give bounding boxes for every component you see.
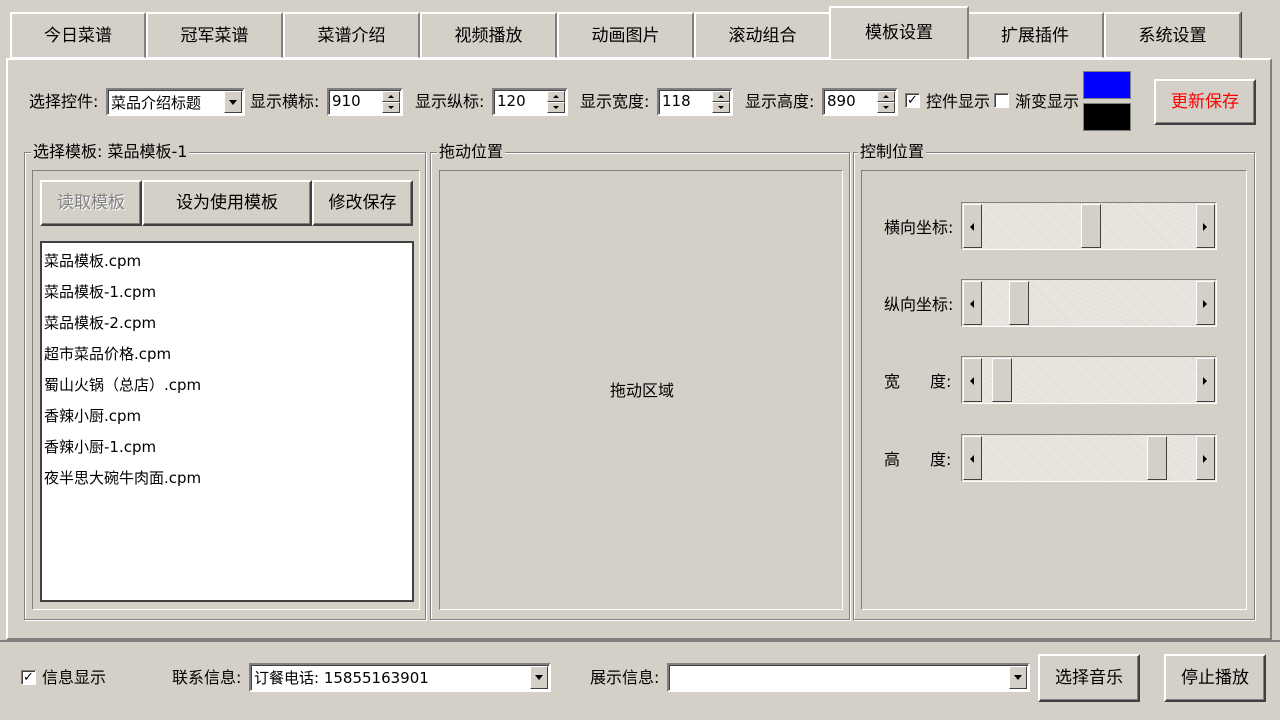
template-group-title: 选择模板: 菜品模板-1 [31, 142, 190, 162]
slider-y[interactable] [961, 279, 1217, 327]
control-group-title: 控制位置 [858, 142, 927, 162]
arrow-left-icon[interactable] [963, 204, 982, 248]
choose-music-button[interactable]: 选择音乐 [1038, 654, 1140, 702]
select-control-value: 菜品介绍标题 [111, 94, 202, 112]
slider-track[interactable] [982, 357, 1196, 403]
display-info-combo[interactable] [667, 663, 1030, 692]
arrow-right-icon[interactable] [1196, 281, 1215, 325]
checkmark-icon: ✓ [907, 93, 918, 108]
spin-up-icon[interactable] [547, 91, 565, 102]
tab-bar: 今日菜谱 冠军菜谱 菜谱介绍 视频播放 动画图片 滚动组合 扩展插件 系统设置 … [0, 0, 1280, 59]
slider-width-label-b: 度: [930, 372, 952, 391]
list-item[interactable]: 菜品模板-2.cpm [44, 313, 156, 333]
list-item[interactable]: 菜品模板.cpm [44, 251, 141, 271]
slider-thumb[interactable] [1009, 281, 1030, 325]
list-item[interactable]: 超市菜品价格.cpm [44, 344, 171, 364]
slider-x-label: 横向坐标: [884, 218, 954, 237]
arrow-right-icon[interactable] [1196, 358, 1215, 402]
list-item[interactable]: 夜半思大碗牛肉面.cpm [44, 468, 201, 488]
template-file-list[interactable]: 菜品模板.cpm 菜品模板-1.cpm 菜品模板-2.cpm 超市菜品价格.cp… [40, 241, 414, 602]
slider-thumb[interactable] [1080, 204, 1101, 248]
spin-up-icon[interactable] [877, 91, 895, 102]
list-item[interactable]: 香辣小厨.cpm [44, 406, 141, 426]
gradient-checkbox[interactable] [994, 93, 1009, 108]
chevron-down-icon[interactable] [224, 91, 242, 113]
contact-info-combo[interactable]: 订餐电话: 15855163901 [249, 663, 551, 692]
arrow-right-icon[interactable] [1196, 436, 1215, 480]
color-swatch-top[interactable] [1083, 71, 1131, 99]
slider-width[interactable] [961, 356, 1217, 404]
slider-thumb[interactable] [1146, 436, 1167, 480]
select-control-combo[interactable]: 菜品介绍标题 [106, 88, 245, 116]
modify-save-button[interactable]: 修改保存 [312, 180, 413, 226]
pos-x-spinner[interactable]: 910 [327, 88, 403, 116]
set-use-template-button[interactable]: 设为使用模板 [142, 180, 312, 226]
arrow-left-icon[interactable] [963, 358, 982, 402]
slider-width-label-a: 宽 [884, 372, 901, 391]
color-swatch-bottom[interactable] [1083, 103, 1131, 131]
arrow-right-icon[interactable] [1196, 204, 1215, 248]
tab-video-play[interactable]: 视频播放 [420, 12, 557, 58]
list-item[interactable]: 菜品模板-1.cpm [44, 282, 156, 302]
tab-extensions[interactable]: 扩展插件 [966, 12, 1104, 58]
spin-down-icon[interactable] [547, 102, 565, 113]
drag-area-label: 拖动区域 [610, 381, 675, 400]
spin-up-icon[interactable] [382, 91, 400, 102]
slider-x[interactable] [961, 202, 1217, 250]
slider-y-label: 纵向坐标: [884, 295, 954, 314]
drag-group-title: 拖动位置 [437, 142, 506, 162]
spin-up-icon[interactable] [712, 91, 730, 102]
arrow-left-icon[interactable] [963, 281, 982, 325]
pos-y-label: 显示纵标: [415, 92, 485, 111]
info-show-label: 信息显示 [42, 668, 107, 687]
height-label: 显示高度: [745, 92, 815, 111]
stop-play-button[interactable]: 停止播放 [1164, 654, 1266, 702]
height-spinner[interactable]: 890 [822, 88, 898, 116]
width-spinner[interactable]: 118 [657, 88, 733, 116]
info-show-checkbox[interactable]: ✓ [21, 670, 36, 685]
width-value: 118 [662, 92, 691, 110]
tab-bar-edge [1241, 12, 1242, 58]
spin-down-icon[interactable] [712, 102, 730, 113]
spin-down-icon[interactable] [877, 102, 895, 113]
chevron-down-icon[interactable] [1009, 666, 1027, 689]
update-save-button[interactable]: 更新保存 [1154, 79, 1256, 125]
contact-info-label: 联系信息: [172, 668, 242, 687]
tab-menu-intro[interactable]: 菜谱介绍 [283, 12, 420, 58]
pos-y-value: 120 [497, 92, 526, 110]
contact-info-value: 订餐电话: 15855163901 [254, 669, 429, 687]
pos-y-spinner[interactable]: 120 [492, 88, 568, 116]
tab-champion-menu[interactable]: 冠军菜谱 [146, 12, 283, 58]
slider-height[interactable] [961, 434, 1217, 482]
chevron-down-icon[interactable] [530, 666, 548, 689]
height-value: 890 [827, 92, 856, 110]
slider-height-label-a: 高 [884, 450, 901, 469]
checkmark-icon: ✓ [23, 670, 34, 685]
tab-system-settings[interactable]: 系统设置 [1104, 12, 1241, 58]
slider-height-label-b: 度: [930, 450, 952, 469]
pos-x-label: 显示横标: [250, 92, 320, 111]
arrow-left-icon[interactable] [963, 436, 982, 480]
list-item[interactable]: 香辣小厨-1.cpm [44, 437, 156, 457]
gradient-label: 渐变显示 [1015, 92, 1080, 111]
width-label: 显示宽度: [580, 92, 650, 111]
read-template-button[interactable]: 读取模板 [40, 180, 142, 226]
tab-scroll-combo[interactable]: 滚动组合 [694, 12, 831, 58]
show-control-label: 控件显示 [926, 92, 991, 111]
pos-x-value: 910 [332, 92, 361, 110]
tab-today-menu[interactable]: 今日菜谱 [10, 12, 146, 58]
tab-animation-images[interactable]: 动画图片 [557, 12, 694, 58]
drag-area[interactable]: 拖动区域 [439, 170, 843, 610]
list-item[interactable]: 蜀山火锅（总店）.cpm [44, 375, 201, 395]
select-control-label: 选择控件: [29, 92, 99, 111]
spin-down-icon[interactable] [382, 102, 400, 113]
slider-thumb[interactable] [991, 358, 1012, 402]
show-control-checkbox[interactable]: ✓ [905, 93, 920, 108]
tab-template-settings[interactable]: 模板设置 [829, 6, 969, 59]
display-info-label: 展示信息: [590, 668, 660, 687]
bottom-bar: ✓ 信息显示 联系信息: 订餐电话: 15855163901 展示信息: 选择音… [0, 642, 1280, 720]
